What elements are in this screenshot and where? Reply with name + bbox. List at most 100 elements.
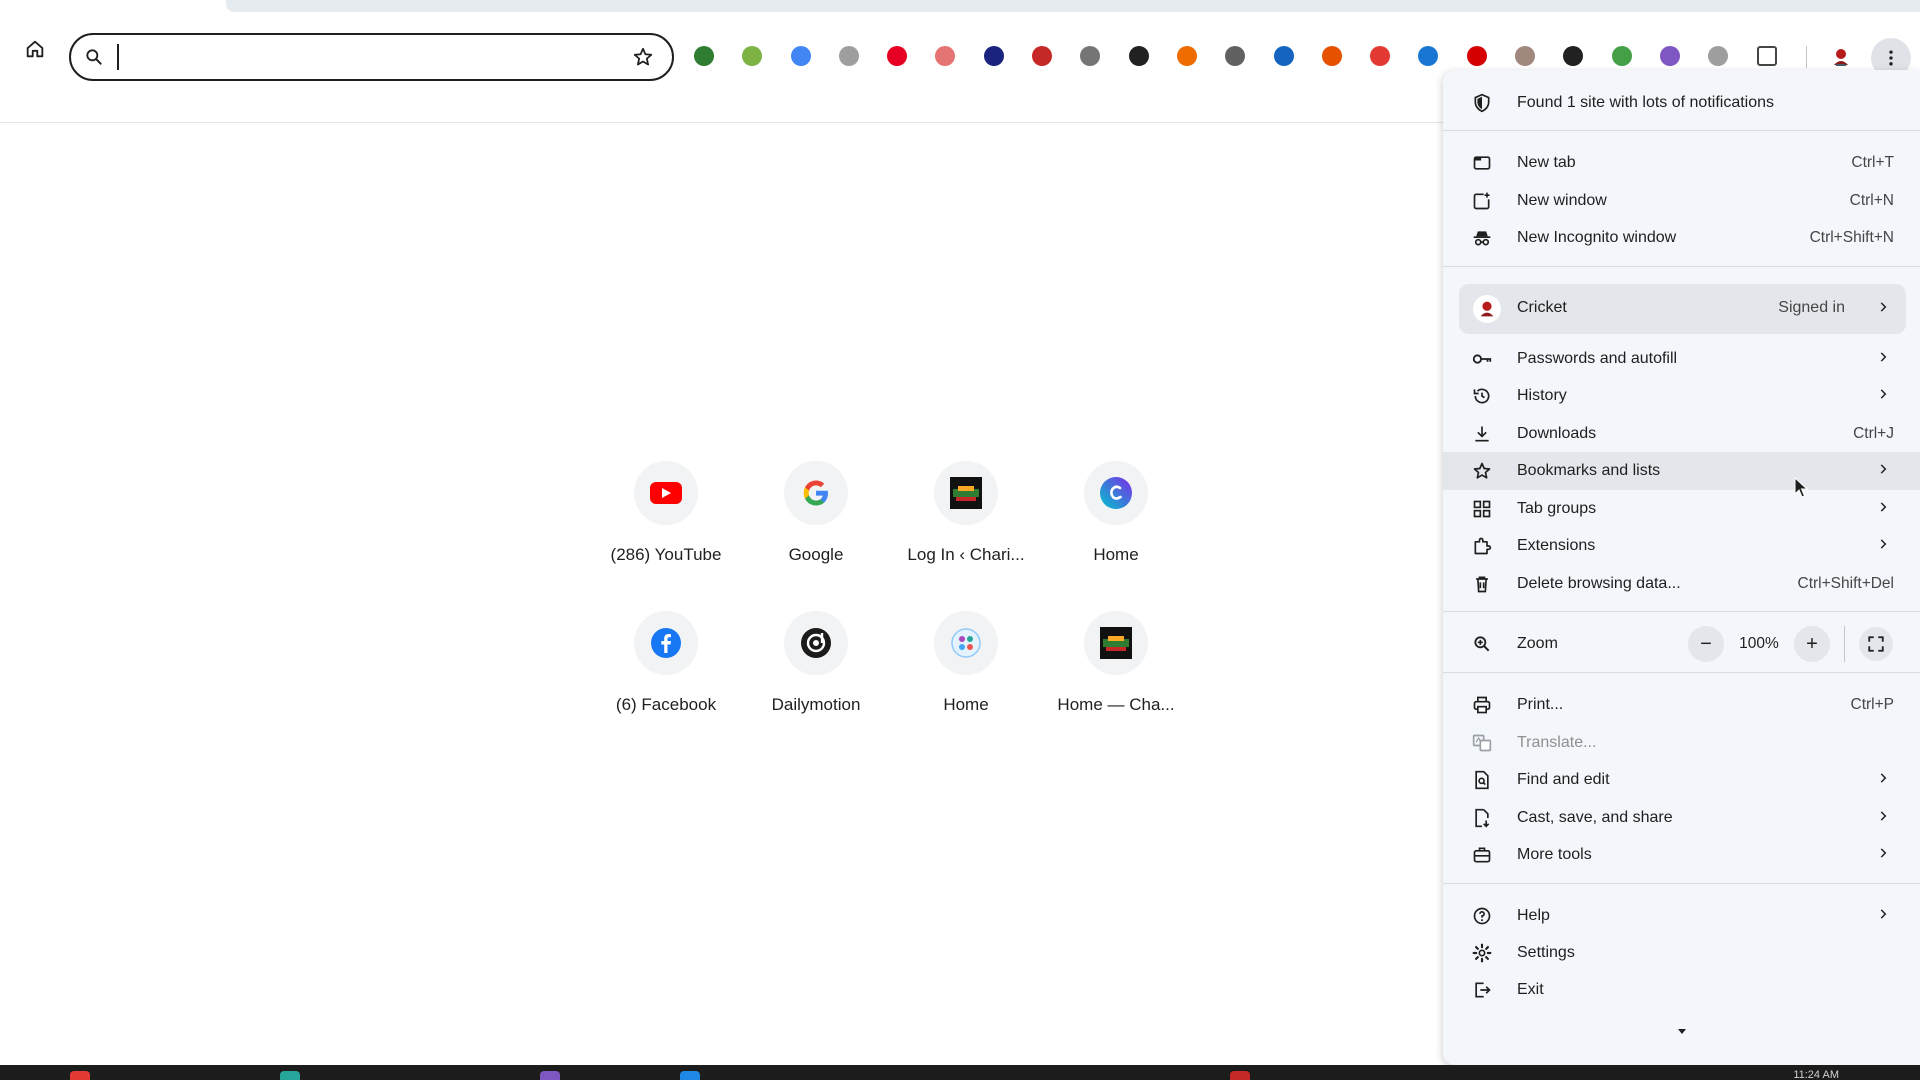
shortcut-tile[interactable]: Dailymotion (741, 605, 891, 735)
iq-extension-icon[interactable] (1270, 42, 1298, 70)
moon-extension-icon[interactable] (1125, 42, 1153, 70)
shortcut-label: Google (788, 545, 844, 564)
toolbox-icon (1471, 844, 1493, 866)
stamp-extension-icon[interactable] (1028, 42, 1056, 70)
zoom-separator (1844, 626, 1845, 662)
menu-item-settings[interactable]: Settings (1443, 934, 1920, 972)
menu-item-passwords[interactable]: Passwords and autofill (1443, 340, 1920, 378)
puzzle-extension-icon[interactable] (1753, 42, 1781, 70)
hex-extension-icon[interactable] (1608, 42, 1636, 70)
notification-review-item[interactable]: Found 1 site with lots of notifications (1443, 84, 1920, 122)
menu-item-history[interactable]: History (1443, 377, 1920, 415)
canva-icon (1100, 477, 1132, 509)
chevron-right-icon (1876, 500, 1890, 519)
shortcut-tile[interactable]: Home (891, 605, 1041, 735)
shortcut-tile[interactable]: (6) Facebook (591, 605, 741, 735)
v-extension-icon[interactable] (1463, 42, 1491, 70)
audio-extension-icon[interactable] (1414, 42, 1442, 70)
key-icon (1471, 348, 1493, 370)
globe-logo-icon (951, 628, 981, 658)
menu-item-bookmarks[interactable]: Bookmarks and lists (1443, 452, 1920, 490)
menu-item-downloads[interactable]: Downloads Ctrl+J (1443, 415, 1920, 453)
robot-extension-icon[interactable] (1221, 42, 1249, 70)
fullscreen-button[interactable] (1859, 627, 1893, 661)
taskbar-app[interactable] (280, 1071, 300, 1080)
menu-item-label: Zoom (1517, 635, 1558, 652)
shortcut-text: Ctrl+J (1853, 425, 1894, 442)
star-icon[interactable] (632, 46, 654, 68)
menu-item-more-tools[interactable]: More tools (1443, 836, 1920, 874)
tab-strip (226, 0, 1920, 12)
shortcut-icon-wrap (934, 611, 998, 675)
home-icon (26, 40, 44, 58)
shortcut-tile[interactable]: Google (741, 455, 891, 585)
menu-item-help[interactable]: Help (1443, 897, 1920, 935)
menu-item-extensions[interactable]: Extensions (1443, 527, 1920, 565)
zoom-in-button[interactable]: + (1794, 626, 1830, 662)
menu-item-exit[interactable]: Exit (1443, 971, 1920, 1009)
globe-extension-icon[interactable] (690, 42, 718, 70)
shortcut-tile[interactable]: Home — Cha... (1041, 605, 1191, 735)
dark-square-extension-icon[interactable] (1559, 42, 1587, 70)
menu-item-label: Extensions (1517, 537, 1596, 554)
menu-item-label: Cast, save, and share (1517, 809, 1673, 826)
shortcut-text: Ctrl+Shift+Del (1797, 575, 1894, 592)
address-input[interactable] (117, 44, 617, 70)
taskbar-app[interactable] (70, 1071, 90, 1080)
shortcut-icon-wrap (1084, 611, 1148, 675)
menu-item-translate[interactable]: Translate... (1443, 724, 1920, 762)
translate-icon (1471, 732, 1493, 754)
shortcut-label: (286) YouTube (610, 545, 722, 564)
profile-menu-item[interactable]: Cricket Signed in (1459, 284, 1906, 334)
menu-item-tab-groups[interactable]: Tab groups (1443, 490, 1920, 528)
menu-item-print[interactable]: Print... Ctrl+P (1443, 686, 1920, 724)
cast-save-icon (1471, 807, 1493, 829)
waveform-extension-icon[interactable] (980, 42, 1008, 70)
menu-item-new-window[interactable]: New window Ctrl+N (1443, 182, 1920, 220)
pen-extension-icon[interactable] (1656, 42, 1684, 70)
trash-icon (1471, 573, 1493, 595)
translate-extension-icon[interactable] (787, 42, 815, 70)
grammar-extension-icon[interactable] (1076, 42, 1104, 70)
chevron-right-icon (1876, 846, 1890, 865)
fullscreen-icon (1868, 636, 1884, 652)
menu-item-new-incognito[interactable]: New Incognito window Ctrl+Shift+N (1443, 219, 1920, 257)
menu-item-new-tab[interactable]: New tab Ctrl+T (1443, 144, 1920, 182)
menu-item-label: Print... (1517, 696, 1564, 713)
profile-button[interactable] (1826, 42, 1856, 72)
chevron-right-icon (1876, 350, 1890, 369)
menu-item-find-edit[interactable]: Find and edit (1443, 761, 1920, 799)
menu-divider (1443, 266, 1920, 267)
record-extension-icon[interactable] (1704, 42, 1732, 70)
menu-item-label: Bookmarks and lists (1517, 462, 1661, 479)
menu-item-label: New tab (1517, 154, 1576, 171)
chevron-right-icon (1876, 537, 1890, 556)
chart-extension-icon[interactable] (1173, 42, 1201, 70)
search-icon (86, 49, 102, 65)
scroll-down-icon[interactable] (1677, 1023, 1687, 1041)
shortcut-tile[interactable]: (286) YouTube (591, 455, 741, 585)
address-bar[interactable] (69, 33, 674, 81)
menu-item-cast-save-share[interactable]: Cast, save, and share (1443, 799, 1920, 837)
chess-extension-icon[interactable] (1318, 42, 1346, 70)
camera-extension-icon[interactable] (931, 42, 959, 70)
menu-divider (1443, 883, 1920, 884)
chevron-right-icon (1876, 907, 1890, 926)
zoom-out-button[interactable]: − (1688, 626, 1724, 662)
pinterest-extension-icon[interactable] (883, 42, 911, 70)
cookie-extension-icon[interactable] (1511, 42, 1539, 70)
taskbar-app[interactable] (540, 1071, 560, 1080)
taskbar-app[interactable] (680, 1071, 700, 1080)
shortcut-tile[interactable]: Home (1041, 455, 1191, 585)
zoom-icon (1471, 633, 1493, 655)
taskbar-app[interactable] (1230, 1071, 1250, 1080)
speed-extension-icon[interactable] (1366, 42, 1394, 70)
gear-icon (1471, 942, 1493, 964)
home-button[interactable] (18, 32, 52, 66)
shortcut-tile[interactable]: Log In ‹ Chari... (891, 455, 1041, 585)
world-extension-icon[interactable] (835, 42, 863, 70)
find-page-icon (1471, 769, 1493, 791)
menu-item-delete-browsing-data[interactable]: Delete browsing data... Ctrl+Shift+Del (1443, 565, 1920, 603)
menu-item-label: Exit (1517, 981, 1544, 998)
gear-leaf-extension-icon[interactable] (738, 42, 766, 70)
